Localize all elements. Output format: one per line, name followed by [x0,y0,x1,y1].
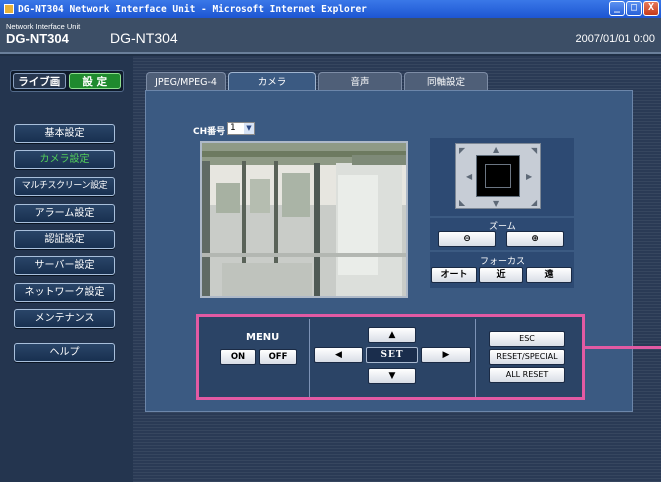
pan-tilt-center[interactable] [476,155,520,197]
maximize-button[interactable]: □ [626,1,642,16]
focus-label: フォーカス [480,257,526,267]
up-left-icon[interactable]: ◤ [459,146,465,155]
ptz-frame [485,164,511,188]
sidebar-item-multiscreen[interactable]: マルチスクリーン設定 [14,177,115,196]
tab-audio[interactable]: 音声 [318,72,402,91]
tab-jpeg-mpeg4[interactable]: JPEG/MPEG-4 [146,72,226,91]
esc-button[interactable]: ESC [489,331,565,347]
minimize-button[interactable]: _ [609,1,625,16]
close-button[interactable]: X [643,1,659,16]
menu-set-button[interactable]: SET [366,347,418,363]
down-left-icon[interactable]: ◣ [459,198,465,207]
zoom-out-button[interactable]: ⊖ [438,231,496,247]
menu-left-button[interactable]: ◀ [314,347,363,363]
menu-up-button[interactable]: ▲ [368,327,416,343]
divider [309,319,310,397]
window-titlebar: DG-NT304 Network Interface Unit - Micros… [0,0,661,18]
sidebar-item-alarm[interactable]: アラーム設定 [14,204,115,223]
up-right-icon[interactable]: ◥ [531,146,537,155]
tilt-down-icon[interactable]: ▼ [493,199,499,208]
unit-subtitle: Network Interface Unit [6,22,81,31]
sidebar-item-help[interactable]: ヘルプ [14,343,115,362]
menu-off-button[interactable]: OFF [259,349,297,365]
chevron-down-icon: ▼ [244,123,254,134]
menu-down-button[interactable]: ▼ [368,368,416,384]
pan-right-icon[interactable]: ▶ [526,172,532,181]
ch-number-select[interactable]: 1 ▼ [227,122,255,135]
all-reset-button[interactable]: ALL RESET [489,367,565,383]
sidebar-item-network[interactable]: ネットワーク設定 [14,283,115,302]
left-arrow-icon: ◀ [335,350,342,360]
reset-special-button[interactable]: RESET/SPECIAL [489,349,565,365]
sidebar-item-auth[interactable]: 認証設定 [14,230,115,249]
ch-number-label: CH番号 [193,127,226,137]
camera-scene-image [202,143,406,296]
datetime: 2007/01/01 0:00 [575,33,655,45]
zoom-in-button[interactable]: ⊕ [506,231,564,247]
divider [475,319,476,397]
focus-near-button[interactable]: 近 [479,267,523,283]
down-arrow-icon: ▼ [388,371,396,381]
setup-mode-button[interactable]: 設 定 [68,73,121,89]
tab-camera[interactable]: カメラ [228,72,316,91]
menu-label: MENU [246,332,280,343]
focus-far-button[interactable]: 遠 [526,267,572,283]
right-arrow-icon: ▶ [442,350,450,360]
tilt-up-icon[interactable]: ▲ [493,145,499,154]
sidebar-item-basic[interactable]: 基本設定 [14,124,115,143]
menu-right-button[interactable]: ▶ [421,347,471,363]
sidebar-item-camera[interactable]: カメラ設定 [14,150,115,169]
sidebar-item-maintenance[interactable]: メンテナンス [14,309,115,328]
app-header: Network Interface Unit DG-NT304 DG-NT304… [0,18,661,54]
callout-line [585,346,661,349]
focus-auto-button[interactable]: オート [431,267,477,283]
camera-preview [200,141,408,298]
ch-number-value: 1 [230,123,236,133]
up-arrow-icon: ▲ [388,330,396,340]
mode-switch: ライブ画 設 定 [10,70,124,92]
down-right-icon[interactable]: ◢ [531,198,537,207]
sidebar-item-server[interactable]: サーバー設定 [14,256,115,275]
tab-coax[interactable]: 同軸設定 [404,72,488,91]
unit-name: DG-NT304 [6,31,69,46]
live-mode-button[interactable]: ライブ画 [13,73,66,89]
model-name: DG-NT304 [110,30,178,46]
window-title: DG-NT304 Network Interface Unit - Micros… [18,3,367,15]
pan-left-icon[interactable]: ◀ [466,172,472,181]
browser-icon [4,4,14,14]
menu-on-button[interactable]: ON [220,349,256,365]
window-controls: _ □ X [609,1,659,16]
